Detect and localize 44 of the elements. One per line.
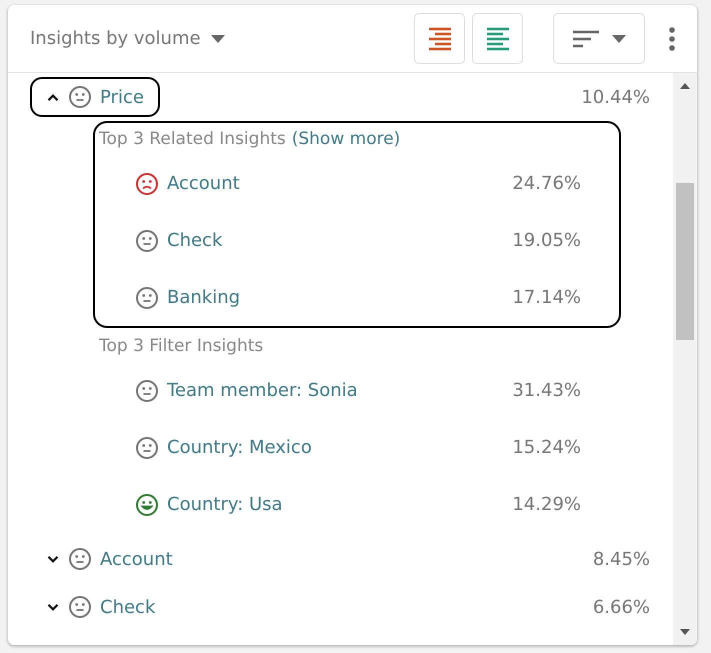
insight-name[interactable]: Country: Usa [167,494,283,515]
neutral-face-icon [135,286,159,310]
insight-name[interactable]: Team member: Sonia [167,380,358,401]
view-title[interactable]: Insights by volume [30,28,201,49]
neutral-face-icon [135,378,159,402]
caret-icon[interactable] [210,34,225,42]
insight-name[interactable]: Account [167,173,240,194]
insight-name[interactable]: Account [100,548,173,570]
chevron-down-icon[interactable] [46,602,60,612]
insight-percentage: 8.45% [592,548,650,570]
insight-name[interactable]: Check [100,596,156,618]
sad-face-icon [135,172,159,196]
sort-button[interactable] [553,13,645,64]
sort-icon [572,28,600,48]
show-more-link[interactable]: (Show more) [292,129,400,149]
scroll-up-icon[interactable] [680,83,690,89]
scroll-down-icon[interactable] [680,629,690,635]
neutral-face-icon [135,228,159,252]
chevron-down-icon[interactable] [46,554,60,564]
insight-percentage: 14.29% [512,494,581,515]
neutral-face-icon [68,547,92,571]
align-left-button[interactable] [472,13,523,64]
insight-percentage: 19.05% [512,230,581,251]
insight-percentage: 17.14% [512,287,581,308]
insight-percentage: 15.24% [512,437,581,458]
insight-name[interactable]: Country: Mexico [167,437,312,458]
neutral-face-icon [68,85,92,109]
insight-name[interactable]: Check [167,230,222,251]
scrollbar-thumb[interactable] [676,183,694,340]
insight-percentage: 10.44% [581,86,650,108]
more-options-icon[interactable] [669,26,675,50]
chevron-up-icon[interactable] [46,92,60,102]
neutral-face-icon [135,436,159,460]
insight-percentage: 31.43% [512,380,581,401]
align-right-button[interactable] [414,13,465,64]
smiley-face-icon [135,492,159,516]
caret-icon [612,34,626,42]
insight-name[interactable]: Banking [167,287,240,308]
insight-percentage: 6.66% [592,596,650,618]
insight-name[interactable]: Price [100,86,144,108]
insight-percentage: 24.76% [512,173,581,194]
section-heading: Top 3 Related Insights [99,129,286,149]
section-heading: Top 3 Filter Insights [99,336,264,356]
neutral-face-icon [68,595,92,619]
